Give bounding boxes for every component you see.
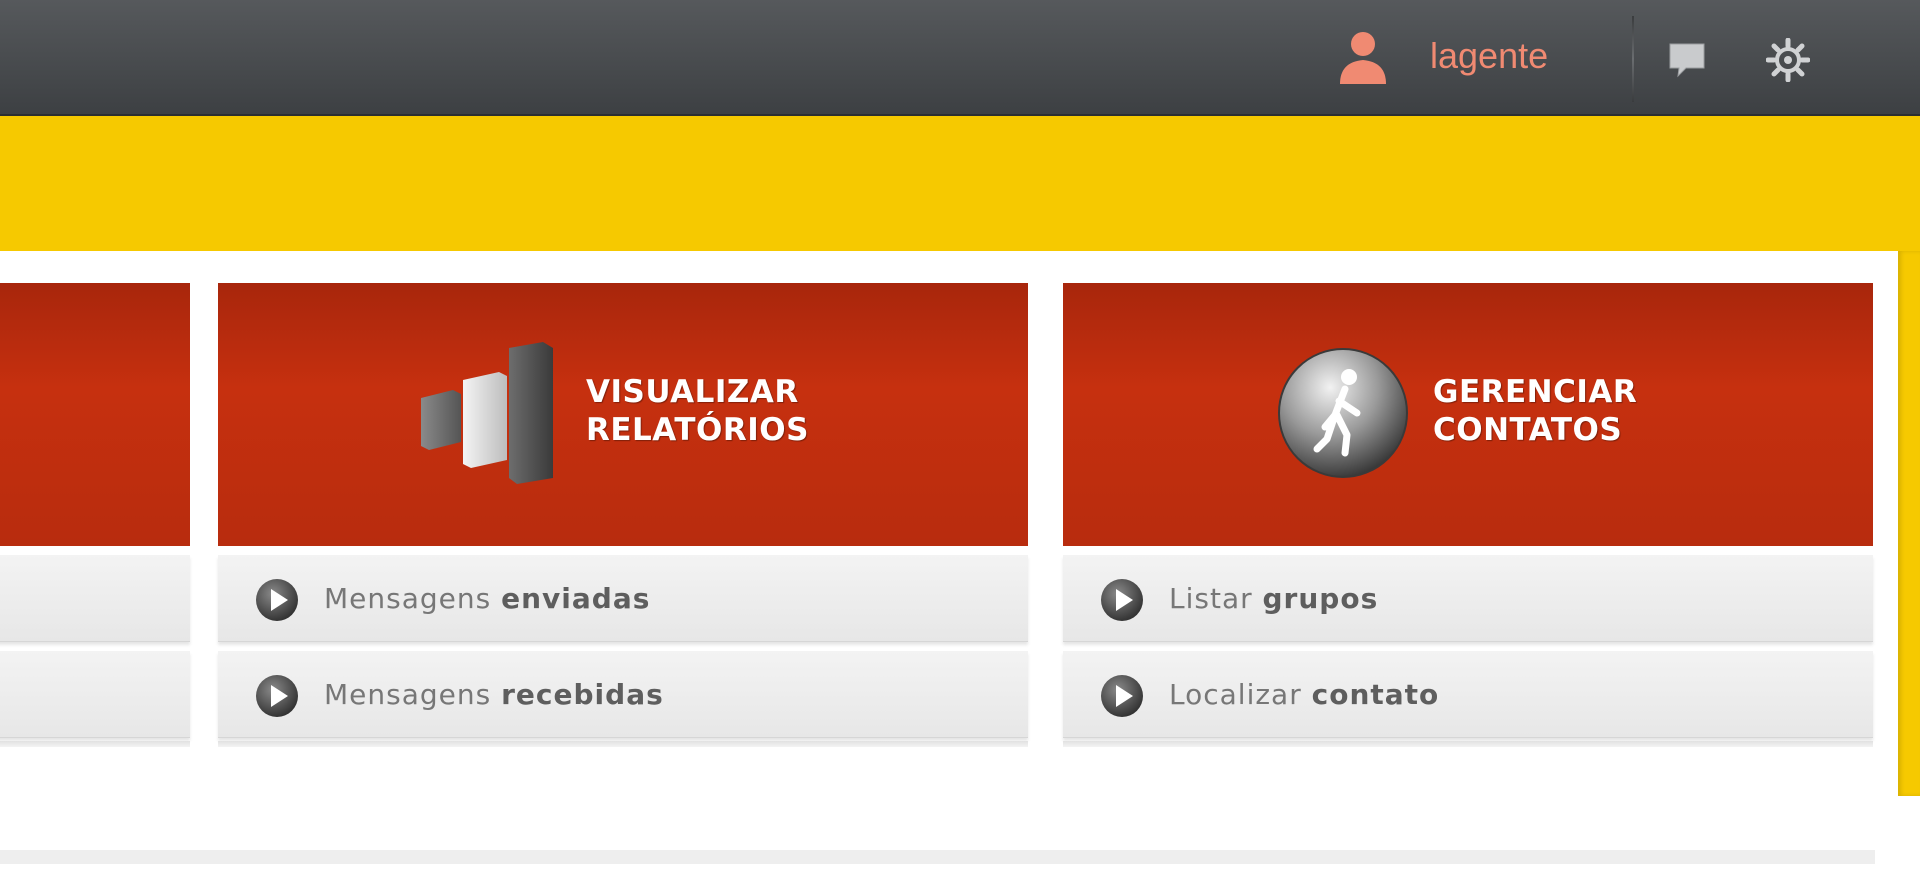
item-text-bold: grupos: [1262, 582, 1379, 615]
user-icon[interactable]: [1336, 28, 1390, 86]
card-link-partial-1[interactable]: [0, 555, 190, 642]
item-text: Mensagens: [324, 582, 502, 615]
card-title-line-2: CONTATOS: [1433, 412, 1623, 448]
play-circle-icon: [256, 675, 298, 717]
card-title-line-2: RELATÓRIOS: [586, 412, 809, 448]
topbar-divider: [1632, 16, 1634, 102]
link-localizar-contato[interactable]: Localizar contato: [1063, 651, 1873, 738]
chat-bubble-icon[interactable]: [1666, 40, 1708, 80]
walking-person-icon: [1278, 348, 1408, 478]
yellow-side-strip: [1898, 251, 1920, 796]
card-title-line-1: VISUALIZAR: [586, 374, 799, 410]
card-contacts: GERENCIAR CONTATOS Listar grupos Localiz…: [1063, 283, 1873, 763]
item-text: Mensagens: [324, 678, 502, 711]
link-listar-grupos[interactable]: Listar grupos: [1063, 555, 1873, 642]
card-partial: [0, 283, 190, 763]
username-link[interactable]: lagente: [1430, 34, 1548, 78]
gear-icon[interactable]: [1766, 38, 1810, 82]
card-reports: VISUALIZAR RELATÓRIOS Mensagens enviadas…: [218, 283, 1028, 763]
card-footer: [0, 741, 190, 747]
card-footer: [218, 741, 1028, 747]
play-circle-icon: [1101, 675, 1143, 717]
yellow-banner: [0, 116, 1920, 251]
card-header-contacts[interactable]: GERENCIAR CONTATOS: [1063, 283, 1873, 546]
item-text: Localizar: [1169, 678, 1312, 711]
link-mensagens-recebidas[interactable]: Mensagens recebidas: [218, 651, 1028, 738]
card-header[interactable]: [0, 283, 190, 546]
item-text-bold: contato: [1311, 678, 1440, 711]
item-text: Listar: [1169, 582, 1263, 615]
bottom-strip: [0, 850, 1875, 864]
top-bar: lagente: [0, 0, 1920, 116]
play-circle-icon: [256, 579, 298, 621]
play-circle-icon: [1101, 579, 1143, 621]
item-text-bold: enviadas: [501, 582, 651, 615]
card-footer: [1063, 741, 1873, 747]
item-text-bold: recebidas: [501, 678, 664, 711]
link-mensagens-enviadas[interactable]: Mensagens enviadas: [218, 555, 1028, 642]
card-link-partial-2[interactable]: [0, 651, 190, 738]
card-header-reports[interactable]: VISUALIZAR RELATÓRIOS: [218, 283, 1028, 546]
bar-chart-icon: [421, 342, 553, 484]
card-title-line-1: GERENCIAR: [1433, 374, 1638, 410]
